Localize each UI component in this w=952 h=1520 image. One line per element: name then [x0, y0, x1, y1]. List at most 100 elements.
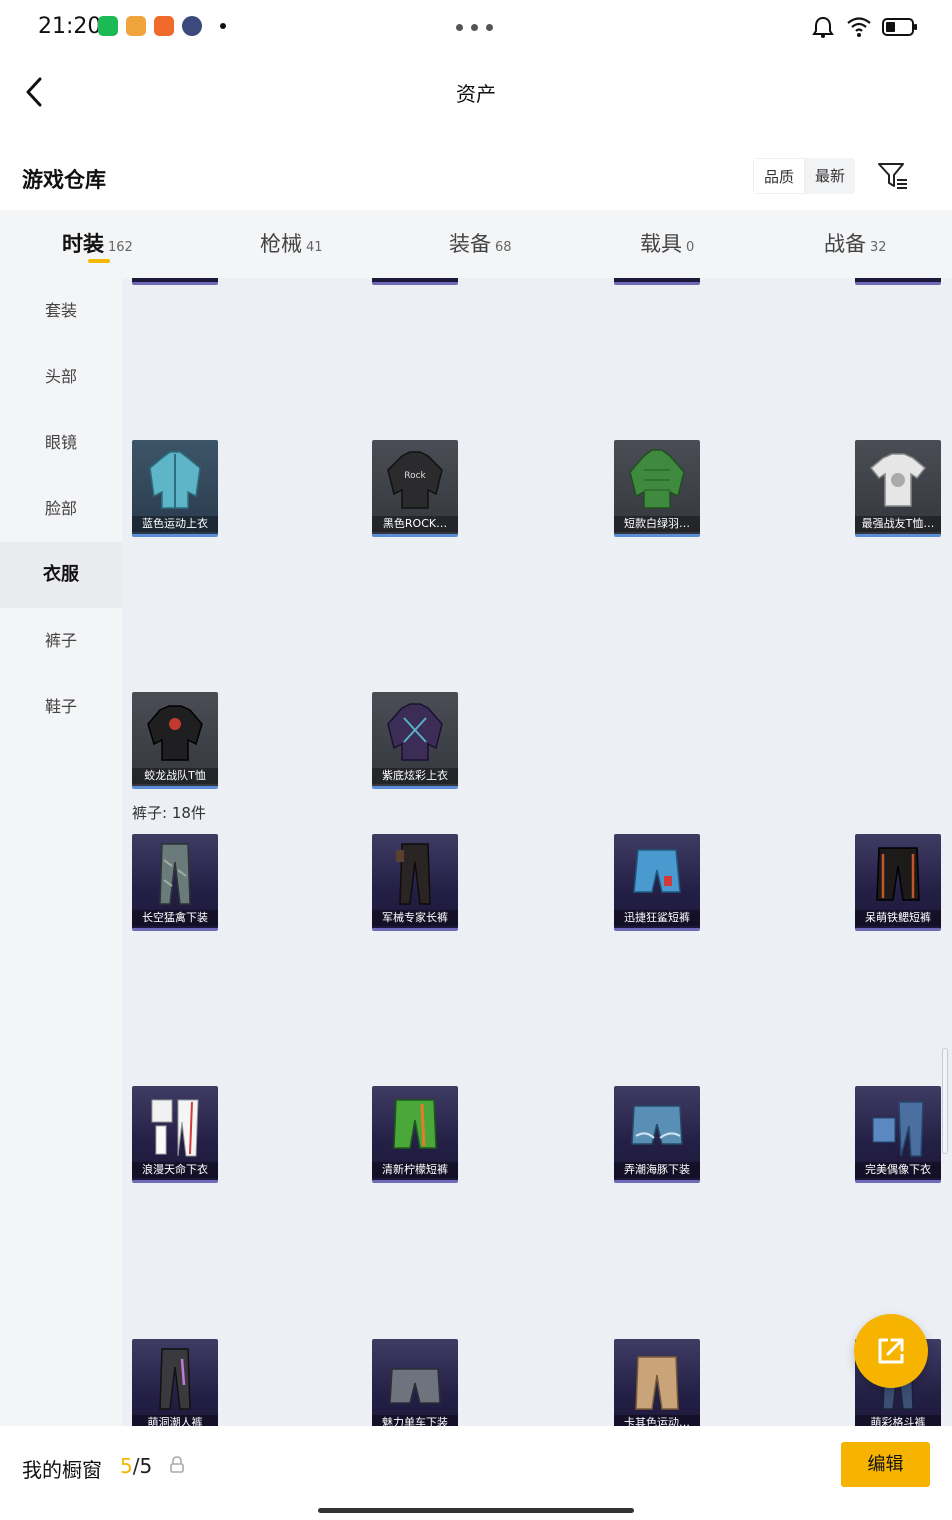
more-dots-icon[interactable]: [456, 24, 493, 31]
status-bar: 21:20: [0, 0, 952, 54]
sidebar-item-outfits[interactable]: 套装: [0, 278, 122, 344]
item-name: 萌洞潮人裤: [132, 1415, 218, 1426]
item-card[interactable]: 浪漫天命下衣: [132, 1086, 218, 1183]
showcase-total: /5: [132, 1454, 153, 1478]
tab-label: 载具: [640, 232, 682, 256]
tab-label: 时装: [62, 232, 104, 256]
item-card[interactable]: 萌洞潮人裤: [132, 1339, 218, 1426]
tab-equipment[interactable]: 装备 68: [449, 228, 512, 258]
edit-button[interactable]: 编辑: [841, 1442, 930, 1487]
tab-firearms[interactable]: 枪械 41: [260, 228, 323, 258]
item-name: 浪漫天命下衣: [132, 1162, 218, 1178]
sidebar-item-clothes[interactable]: 衣服: [0, 542, 122, 608]
shorts-icon: [876, 847, 920, 901]
sort-quality-option[interactable]: 品质: [753, 158, 806, 194]
item-card[interactable]: 弄潮海豚下装: [614, 1086, 700, 1183]
more-notifications-dot: [220, 23, 226, 29]
item-name: 蛟龙战队T恤: [132, 768, 218, 784]
item-card[interactable]: 蛟龙战队T恤: [132, 692, 218, 789]
status-time: 21:20: [38, 14, 102, 39]
sort-toggle: 品质 最新: [753, 158, 856, 194]
sidebar-item-pants[interactable]: 裤子: [0, 608, 122, 674]
tab-fashion[interactable]: 时装 162: [62, 228, 133, 263]
tab-battle-gear[interactable]: 战备 32: [824, 228, 887, 258]
shorts-icon: [389, 1368, 441, 1404]
pants-icon: [159, 843, 191, 905]
warehouse-header: 游戏仓库 品质 最新: [0, 150, 952, 206]
item-card[interactable]: 呆萌铁鳃短裤: [855, 834, 941, 931]
lock-icon: [170, 1456, 184, 1473]
puffer-jacket-icon: [629, 449, 685, 509]
item-name: 最强战友T恤…: [855, 516, 941, 532]
item-card[interactable]: [372, 278, 458, 285]
showcase-label: 我的橱窗: [22, 1458, 102, 1482]
sort-newest-option[interactable]: 最新: [805, 158, 855, 194]
item-name: 呆萌铁鳃短裤: [855, 910, 941, 926]
sidebar-item-glasses[interactable]: 眼镜: [0, 410, 122, 476]
shorts-icon: [631, 1105, 683, 1145]
item-name: 清新柠檬短裤: [372, 1162, 458, 1178]
tab-label: 装备: [449, 232, 491, 256]
item-name: 短款白绿羽…: [614, 516, 700, 532]
tab-vehicles[interactable]: 载具 0: [640, 228, 694, 258]
tshirt-icon: [869, 453, 927, 507]
pants-icon: [159, 1348, 191, 1410]
item-card[interactable]: 军械专家长裤: [372, 834, 458, 931]
pants-icon: [872, 1101, 924, 1157]
tab-count: 162: [108, 240, 133, 255]
pants-icon: [396, 843, 431, 905]
share-export-icon: [878, 1338, 904, 1364]
item-name: 紫底炫彩上衣: [372, 768, 458, 784]
status-indicators: [810, 14, 918, 40]
status-app-icons: [98, 16, 226, 36]
pants-icon: [151, 1099, 199, 1157]
app-notification-icon: [182, 16, 202, 36]
showcase-count: 5/5: [120, 1454, 152, 1478]
item-grid: 蓝色运动上衣 Rock 黑色ROCK… 短款白绿羽… 最强战友T恤… 蛟龙战队T…: [122, 278, 952, 1426]
showcase-bar: 我的橱窗 5/5 编辑: [0, 1426, 952, 1520]
sidebar-item-face[interactable]: 脸部: [0, 476, 122, 542]
filter-icon: [878, 163, 907, 189]
item-name: 萌彩格斗裤: [855, 1415, 941, 1426]
alarm-icon: [812, 16, 834, 38]
item-name: 黑色ROCK…: [372, 516, 458, 532]
home-indicator[interactable]: [318, 1508, 634, 1513]
svg-text:Rock: Rock: [404, 471, 426, 481]
sidebar-item-head[interactable]: 头部: [0, 344, 122, 410]
item-name: 卡其色运动…: [614, 1415, 700, 1426]
item-card[interactable]: 短款白绿羽…: [614, 440, 700, 537]
filter-button[interactable]: [876, 160, 910, 192]
item-card[interactable]: 迅捷狂鲨短裤: [614, 834, 700, 931]
item-name: 弄潮海豚下装: [614, 1162, 700, 1178]
app-notification-icon: [154, 16, 174, 36]
item-card[interactable]: [132, 278, 218, 285]
item-card[interactable]: 卡其色运动…: [614, 1339, 700, 1426]
item-card[interactable]: 清新柠檬短裤: [372, 1086, 458, 1183]
tab-label: 枪械: [260, 232, 302, 256]
item-card[interactable]: 完美偶像下衣: [855, 1086, 941, 1183]
shorts-icon: [393, 1099, 437, 1149]
item-card[interactable]: Rock 黑色ROCK…: [372, 440, 458, 537]
item-name: 魅力单车下装: [372, 1415, 458, 1426]
item-card[interactable]: 最强战友T恤…: [855, 440, 941, 537]
scrollbar-thumb[interactable]: [942, 1048, 948, 1154]
tab-count: 0: [686, 240, 695, 255]
category-tabs: 时装 162 枪械 41 装备 68 载具 0 战备 32: [0, 210, 952, 278]
item-card[interactable]: 长空猛禽下装: [132, 834, 218, 931]
tab-count: 32: [870, 240, 887, 255]
battery-icon: [882, 18, 917, 36]
shirt-icon: Rock: [387, 451, 443, 509]
item-card[interactable]: 魅力单车下装: [372, 1339, 458, 1426]
tab-label: 战备: [824, 232, 866, 256]
shorts-icon: [633, 849, 681, 893]
assets-page: 21:20 资产 游戏仓库 品质 最新 时装 162 枪械 41 装备 68 载…: [0, 0, 952, 1520]
item-card[interactable]: 蓝色运动上衣: [132, 440, 218, 537]
app-notification-icon: [98, 16, 118, 36]
item-name: 蓝色运动上衣: [132, 516, 218, 532]
item-card[interactable]: 紫底炫彩上衣: [372, 692, 458, 789]
sidebar-item-shoes[interactable]: 鞋子: [0, 674, 122, 740]
tshirt-icon: [147, 705, 203, 761]
share-button[interactable]: [854, 1314, 928, 1388]
item-card[interactable]: [855, 278, 941, 285]
item-card[interactable]: [614, 278, 700, 285]
